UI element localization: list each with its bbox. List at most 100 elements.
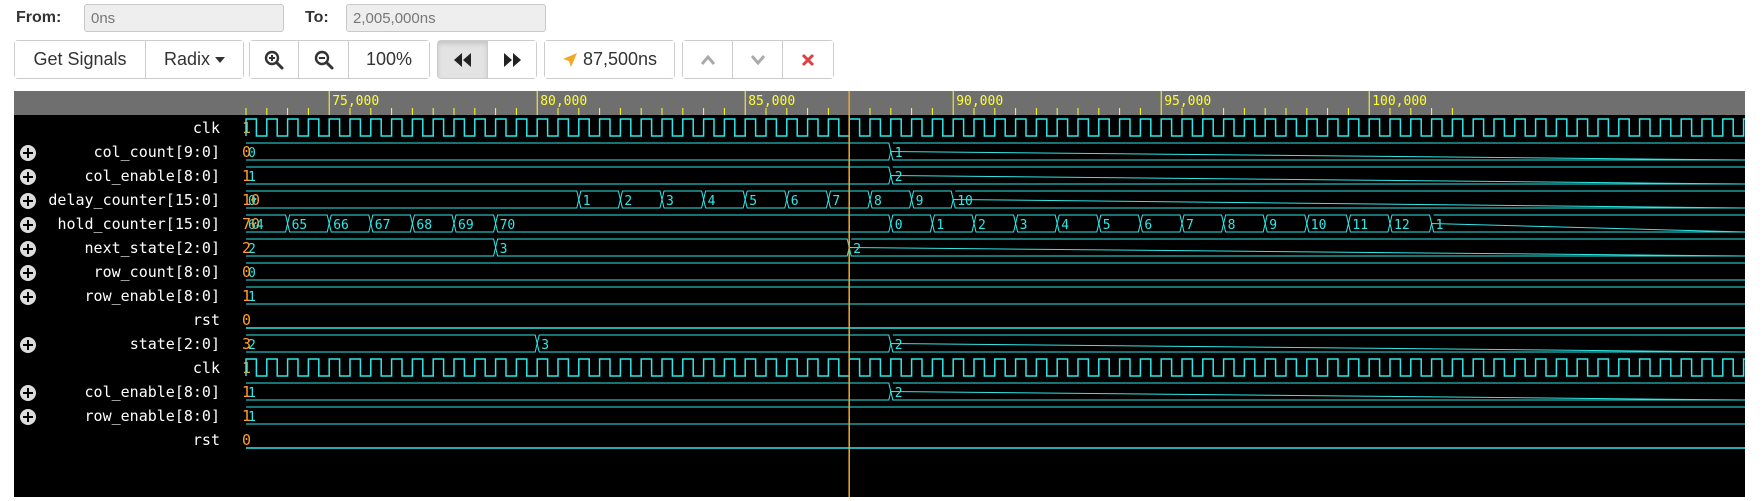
bus-segment <box>246 238 497 257</box>
waveform-canvas[interactable]: 75,000 80,000 85,000 90,000 95,000 100,0000 11… <box>14 91 1745 497</box>
chevron-up-icon <box>700 54 715 65</box>
bus-segment <box>1430 214 1745 233</box>
bus-value-label: 2 <box>895 386 903 401</box>
bus-value-label: 0 <box>248 146 256 161</box>
chevron-down-icon <box>750 54 765 65</box>
bus-segment <box>246 190 580 209</box>
jump-forward-button[interactable] <box>488 41 536 78</box>
bus-segment <box>890 142 1745 161</box>
bus-value-label: 2 <box>978 218 986 233</box>
bus-value-label: 2 <box>853 242 861 257</box>
bus-value-label: 1 <box>248 410 256 425</box>
bus-value-label: 66 <box>333 218 349 233</box>
bus-segment <box>246 142 892 161</box>
bus-value-label: 1 <box>895 146 903 161</box>
bus-value-label: 3 <box>1020 218 1028 233</box>
remove-signal-button[interactable] <box>783 41 833 78</box>
from-input[interactable] <box>84 4 284 32</box>
bus-value-label: 2 <box>895 338 903 353</box>
bus-value-label: 1 <box>1436 218 1444 233</box>
jump-backward-button[interactable] <box>438 41 488 78</box>
bus-value-label: 2 <box>895 170 903 185</box>
bus-segment <box>246 382 892 401</box>
bus-value-label: 9 <box>1269 218 1277 233</box>
bus-value-label: 5 <box>1103 218 1111 233</box>
ruler-label: 85,000 <box>748 94 795 109</box>
zoom-in-button[interactable] <box>250 41 299 78</box>
ruler-label: 80,000 <box>540 94 587 109</box>
bus-value-label: 7 <box>1186 218 1194 233</box>
clock-waveform <box>245 358 1745 377</box>
bus-value-label: 10 <box>1311 218 1327 233</box>
move-down-button[interactable] <box>733 41 783 78</box>
get-signals-button[interactable]: Get Signals <box>15 41 146 78</box>
signal-button-group: Get Signals Radix <box>14 40 244 79</box>
bus-segment <box>246 262 1745 281</box>
bus-segment <box>495 214 892 233</box>
signal-edit-group <box>682 40 834 79</box>
bus-segment <box>536 334 892 353</box>
bus-value-label: 2 <box>248 242 256 257</box>
bus-value-label: 0 <box>248 266 256 281</box>
bus-value-label: 67 <box>375 218 391 233</box>
caret-down-icon <box>215 56 226 63</box>
zoom-button-group: 100% <box>249 40 430 79</box>
bus-segment <box>246 166 892 185</box>
time-range-bar: From: To: <box>0 0 1763 40</box>
clock-waveform <box>245 118 1745 137</box>
toolbar: Get Signals Radix 100% 87,500ns <box>0 40 1763 82</box>
get-signals-label: Get Signals <box>33 49 127 69</box>
bus-segment <box>890 334 1745 353</box>
cursor-time-button[interactable]: 87,500ns <box>545 41 674 78</box>
from-label: From: <box>16 9 62 26</box>
fast-backward-icon <box>453 52 471 67</box>
bus-segment <box>952 190 1745 209</box>
to-label: To: <box>305 9 329 26</box>
ruler-label: 75,000 <box>332 94 379 109</box>
ruler-label: 95,000 <box>1164 94 1211 109</box>
bus-value-label: 0 <box>895 218 903 233</box>
close-icon <box>801 53 815 66</box>
zoom-level: 100% <box>349 41 429 78</box>
bus-value-label: 0 <box>248 194 256 209</box>
bus-value-label: 68 <box>416 218 432 233</box>
bus-segment <box>890 382 1745 401</box>
bus-value-label: 11 <box>1352 218 1368 233</box>
bus-value-label: 1 <box>248 386 256 401</box>
bus-value-label: 3 <box>500 242 508 257</box>
bus-value-label: 3 <box>541 338 549 353</box>
bus-value-label: 2 <box>248 338 256 353</box>
zoom-in-icon <box>264 50 284 69</box>
bus-value-label: 1 <box>248 290 256 305</box>
radix-dropdown[interactable]: Radix <box>146 41 243 78</box>
navigation-button-group <box>437 40 537 79</box>
bus-value-label: 8 <box>874 194 882 209</box>
waveform-viewer[interactable]: clk 1 col_count[9:0] 0 col_enable[8:0] 1 delay… <box>14 91 1745 497</box>
zoom-level-value: 100% <box>365 49 413 69</box>
bus-value-label: 12 <box>1394 218 1410 233</box>
bus-value-label: 4 <box>708 194 716 209</box>
ruler-label: 100,000 <box>1372 94 1427 109</box>
bus-value-label: 3 <box>666 194 674 209</box>
fast-forward-icon <box>504 52 521 67</box>
cursor-time-value: 87,500ns <box>582 49 658 69</box>
bus-value-label: 1 <box>936 218 944 233</box>
bus-value-label: 2 <box>624 194 632 209</box>
zoom-out-button[interactable] <box>299 41 349 78</box>
bus-value-label: 8 <box>1228 218 1236 233</box>
move-up-button[interactable] <box>683 41 733 78</box>
bus-value-label: 7 <box>832 194 840 209</box>
to-input[interactable] <box>346 4 546 32</box>
zoom-out-icon <box>314 50 333 69</box>
bus-segment <box>890 166 1745 185</box>
ruler-label: 90,000 <box>956 94 1003 109</box>
location-arrow-icon <box>562 52 577 67</box>
bus-segment <box>848 238 1745 257</box>
bus-value-label: 1 <box>248 170 256 185</box>
bus-value-label: 6 <box>1144 218 1152 233</box>
bus-value-label: 69 <box>458 218 474 233</box>
bus-segment <box>246 286 1745 305</box>
bus-segment <box>495 238 850 257</box>
bus-value-label: 6 <box>791 194 799 209</box>
bus-value-label: 9 <box>916 194 924 209</box>
